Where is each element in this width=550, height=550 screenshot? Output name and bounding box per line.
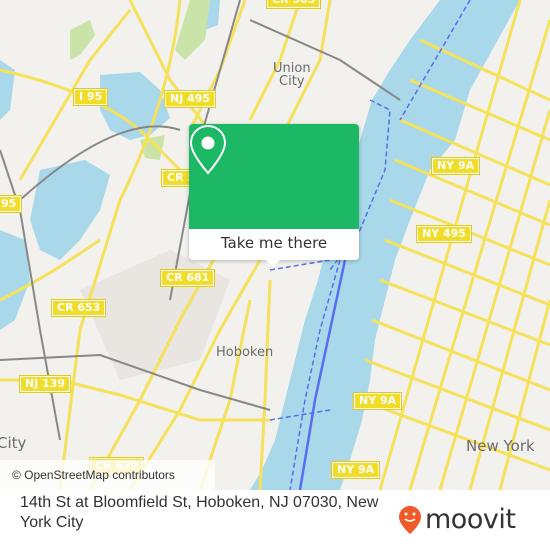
route-shield-cr653: CR 653 — [50, 299, 107, 317]
popup-header — [189, 124, 359, 229]
popup-tail — [265, 259, 281, 267]
route-shield-nj139: NJ 139 — [18, 375, 72, 393]
route-shield-cr681: CR 681 — [159, 269, 216, 287]
route-shield-ny9a-bottom: NY 9A — [330, 461, 381, 479]
place-label-city: City — [0, 434, 27, 452]
moovit-pin-logo-icon — [399, 506, 421, 534]
route-shield-ny495: NY 495 — [416, 225, 472, 243]
route-shield-ny9a-top: NY 9A — [430, 157, 481, 175]
brand-name: moovit — [425, 504, 516, 535]
location-popup: Take me there — [189, 124, 359, 267]
route-shield-ny9a-mid: NY 9A — [352, 392, 403, 410]
address-text: 14th St at Bloomfield St, Hoboken, NJ 07… — [20, 494, 379, 531]
footer: 14th St at Bloomfield St, Hoboken, NJ 07… — [0, 490, 550, 550]
route-shield-nj495: NJ 495 — [163, 90, 217, 108]
place-label-union-city: Union City — [273, 61, 311, 89]
location-pin-icon — [189, 124, 227, 175]
moovit-logo[interactable]: moovit — [398, 504, 516, 536]
map-view[interactable]: Union City Hoboken New York City I 95 NJ… — [0, 0, 550, 490]
map-attribution[interactable]: © OpenStreetMap contributors — [0, 460, 215, 490]
route-shield-left: 95 — [0, 195, 23, 213]
take-me-there-button[interactable]: Take me there — [189, 229, 359, 260]
place-label-new-york: New York — [466, 437, 535, 455]
route-shield-i95: I 95 — [72, 88, 109, 106]
place-label-hoboken: Hoboken — [216, 345, 274, 360]
marsh-water — [30, 160, 110, 260]
route-shield-top: CR 505 — [265, 0, 322, 9]
